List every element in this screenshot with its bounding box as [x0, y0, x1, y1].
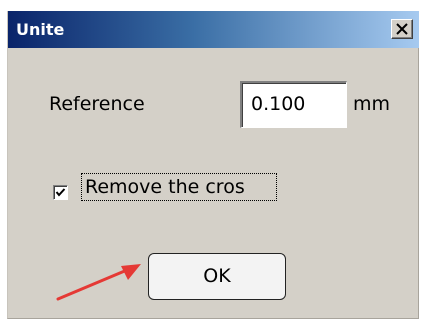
reference-input[interactable]: 0.100: [240, 81, 347, 128]
close-button[interactable]: [391, 19, 413, 39]
remove-cross-checkbox[interactable]: [53, 185, 68, 200]
window-title: Unite: [16, 20, 65, 39]
reference-label: Reference: [49, 93, 145, 115]
remove-cross-label[interactable]: Remove the cros: [81, 173, 277, 201]
checkmark-icon: [55, 188, 66, 197]
close-icon: [396, 23, 408, 35]
unit-label: mm: [353, 93, 391, 115]
ok-button[interactable]: OK: [148, 253, 286, 300]
title-bar[interactable]: Unite: [8, 11, 419, 48]
red-arrow-icon: [56, 264, 141, 301]
